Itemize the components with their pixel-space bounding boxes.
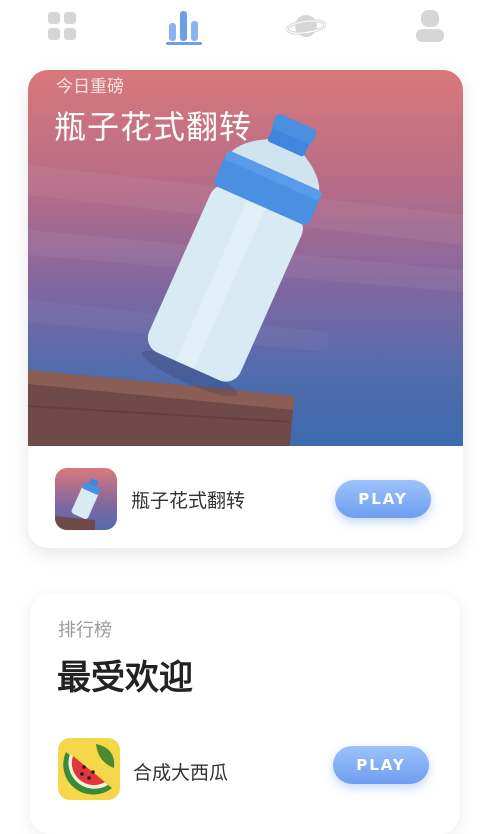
nav-ranking[interactable] [164, 8, 204, 44]
top-nav [0, 0, 480, 56]
watermelon-icon[interactable] [58, 738, 120, 800]
featured-card[interactable]: 今日重磅 瓶子花式翻转 瓶子花式翻转 PLAY [28, 70, 463, 548]
bottle-flip-app-icon[interactable] [55, 468, 117, 530]
featured-play-button[interactable]: PLAY [335, 480, 431, 518]
nav-explore[interactable] [286, 8, 326, 44]
ranking-app-name: 合成大西瓜 [133, 762, 229, 784]
apps-grid-icon [48, 12, 76, 40]
featured-title: 瓶子花式翻转 [54, 108, 253, 146]
featured-app-row: 瓶子花式翻转 PLAY [28, 446, 463, 548]
nav-profile[interactable] [410, 8, 450, 44]
featured-kicker: 今日重磅 [56, 77, 124, 97]
ranking-kicker: 排行榜 [58, 620, 112, 641]
ranking-card: 排行榜 最受欢迎 合成大西瓜 PLAY [30, 594, 460, 834]
ranking-play-button[interactable]: PLAY [333, 746, 429, 784]
planet-icon [286, 15, 326, 37]
featured-banner[interactable]: 今日重磅 瓶子花式翻转 [28, 70, 463, 446]
ranking-title: 最受欢迎 [57, 658, 193, 698]
person-icon [416, 10, 444, 42]
bar-chart-icon [169, 11, 198, 41]
featured-app-name: 瓶子花式翻转 [131, 490, 246, 512]
active-tab-indicator [166, 42, 202, 45]
nav-apps[interactable] [42, 8, 82, 44]
